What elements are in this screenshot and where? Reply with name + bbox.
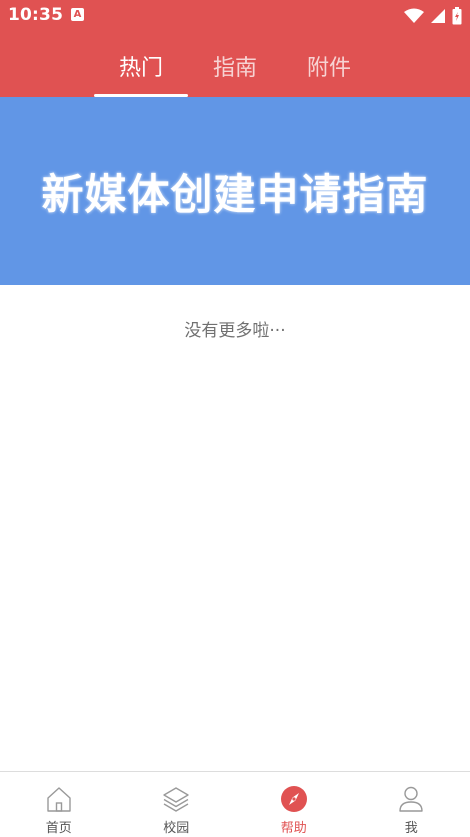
top-bar: 10:35 A 热门 指南 附件 xyxy=(0,0,470,97)
no-more-text: 没有更多啦··· xyxy=(184,321,286,341)
tab-hot-label: 热门 xyxy=(118,56,163,81)
nav-home-label: 首页 xyxy=(45,821,72,836)
status-icons xyxy=(404,6,462,26)
status-time: 10:35 xyxy=(8,5,64,25)
screen: 10:35 A 热门 指南 附件 新媒体创建申请指南 没有更多啦··· 首页 校… xyxy=(0,0,470,837)
wifi-icon xyxy=(404,8,424,23)
layers-icon xyxy=(163,787,189,812)
tab-guide[interactable]: 指南 xyxy=(188,50,282,97)
signal-icon xyxy=(431,9,445,23)
user-icon xyxy=(399,786,423,812)
compass-icon xyxy=(280,786,307,812)
tab-hot[interactable]: 热门 xyxy=(94,50,188,97)
banner-title: 新媒体创建申请指南 xyxy=(41,169,429,219)
tab-attachments-label: 附件 xyxy=(306,56,351,81)
nav-campus-label: 校园 xyxy=(163,821,190,836)
tab-guide-label: 指南 xyxy=(212,56,257,81)
nav-me[interactable]: 我 xyxy=(353,772,470,837)
tab-attachments[interactable]: 附件 xyxy=(282,50,376,97)
nav-me-label: 我 xyxy=(404,821,418,836)
bottom-nav: 首页 校园 帮助 我 xyxy=(0,771,470,837)
guide-banner[interactable]: 新媒体创建申请指南 xyxy=(0,97,470,285)
nav-home[interactable]: 首页 xyxy=(0,772,118,837)
notification-icon: A xyxy=(71,8,84,21)
status-bar: 10:35 A xyxy=(0,0,470,32)
home-icon xyxy=(47,787,71,812)
tab-bar: 热门 指南 附件 xyxy=(0,40,470,97)
nav-help-label: 帮助 xyxy=(280,821,307,836)
nav-help[interactable]: 帮助 xyxy=(235,772,353,837)
nav-campus[interactable]: 校园 xyxy=(118,772,236,837)
battery-icon xyxy=(452,7,462,25)
